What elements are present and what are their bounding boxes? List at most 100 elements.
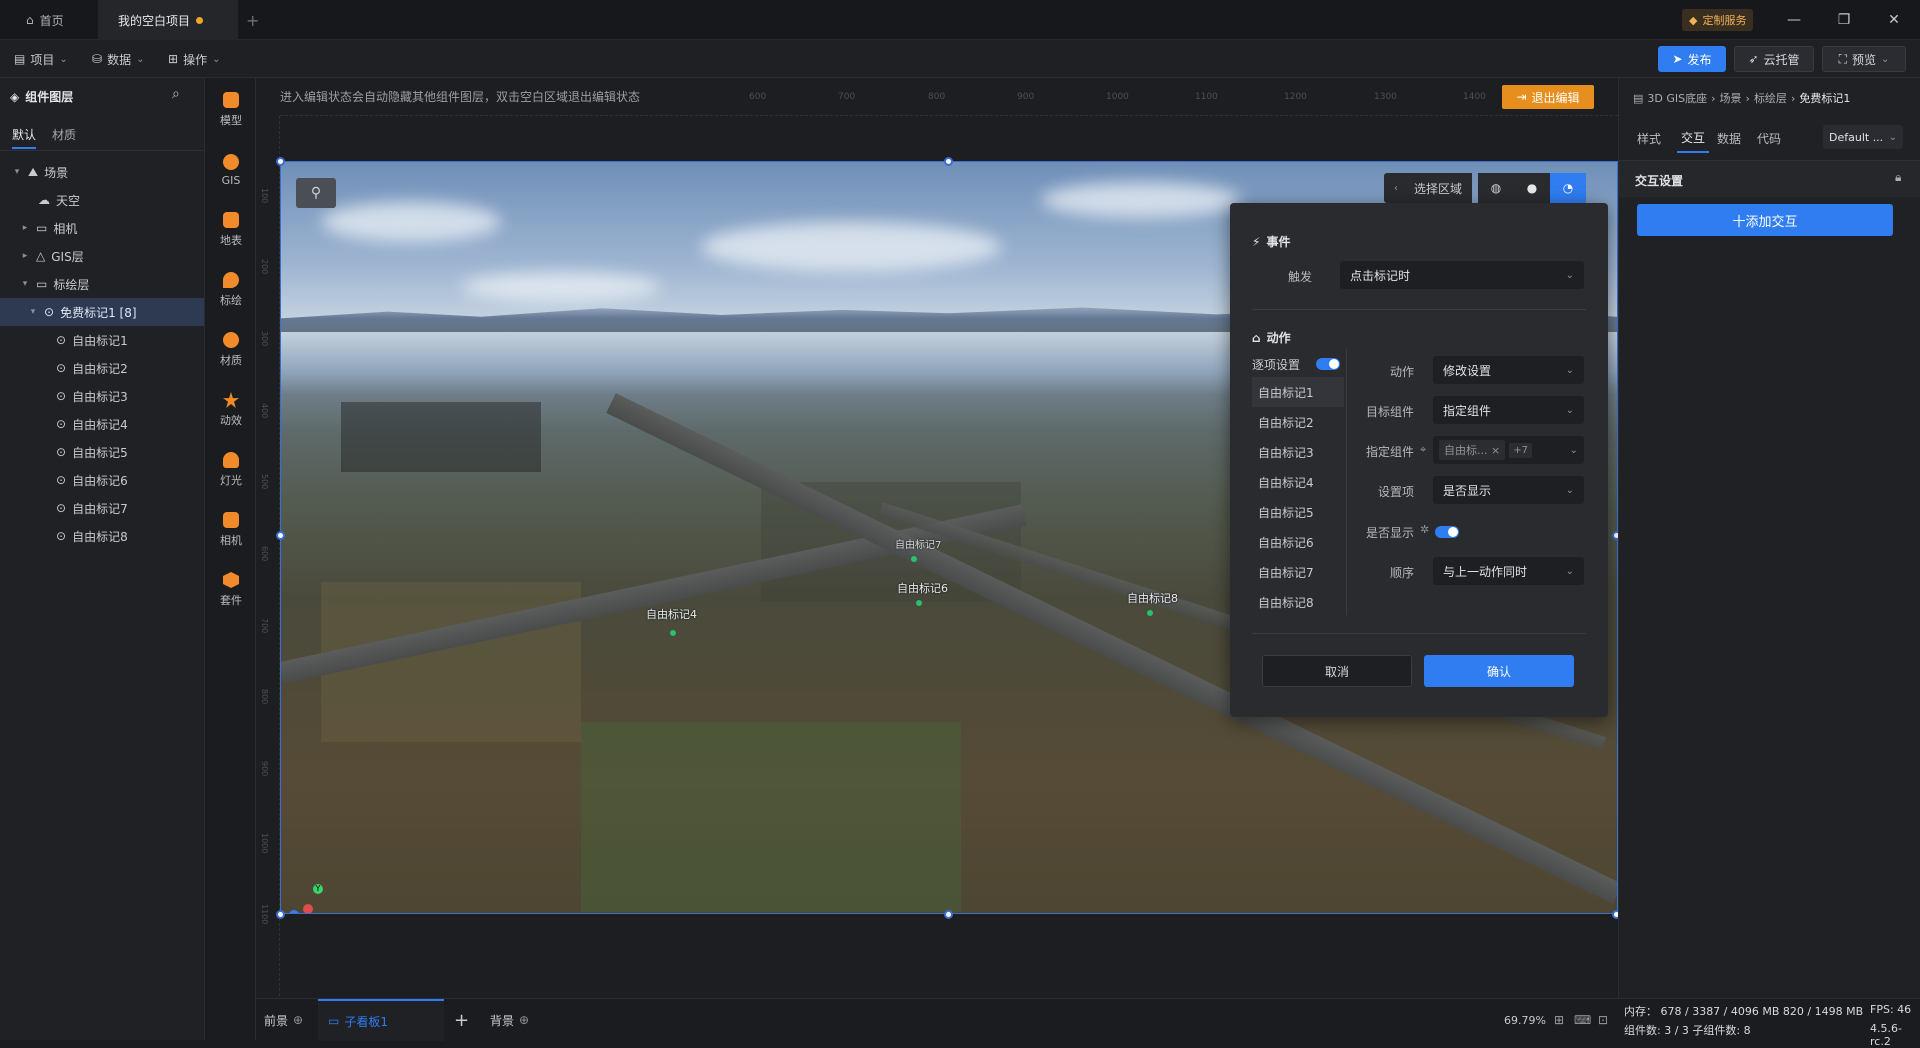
- resize-handle[interactable]: [276, 531, 285, 540]
- dialog-item[interactable]: 自由标记5: [1252, 497, 1344, 527]
- close-icon[interactable]: ✕: [1884, 10, 1904, 30]
- order-select[interactable]: 与上一动作同时 ⌄: [1433, 557, 1584, 585]
- foreground-tab[interactable]: 前景 ⊕: [264, 999, 303, 1041]
- marker-pin-icon[interactable]: [670, 630, 676, 636]
- cloud-host-button[interactable]: ➶ 云托管: [1734, 46, 1814, 72]
- tool-camera[interactable]: 相机: [206, 502, 256, 558]
- preview-button[interactable]: ⛶ 预览 ⌄: [1822, 46, 1906, 72]
- scene-marker-label[interactable]: 自由标记7: [895, 536, 941, 551]
- scene-marker-label[interactable]: 自由标记4: [646, 606, 697, 622]
- breadcrumb-item[interactable]: 标绘层: [1754, 90, 1787, 106]
- background-tab[interactable]: 背景 ⊕: [490, 999, 529, 1041]
- tree-item-marker-3[interactable]: ⊙ 自由标记3: [0, 382, 204, 410]
- add-circle-icon[interactable]: ⊕: [293, 1013, 303, 1027]
- assigned-select[interactable]: 自由标... × +7 ⌄: [1433, 436, 1584, 464]
- keyboard-icon[interactable]: ⌨: [1574, 999, 1591, 1041]
- tab-data[interactable]: 数据: [1717, 123, 1741, 153]
- tree-item-marker-1[interactable]: ⊙ 自由标记1: [0, 326, 204, 354]
- marker-pin-icon[interactable]: [916, 600, 922, 606]
- tree-item-camera[interactable]: ▸ ▭ 相机: [0, 214, 204, 242]
- dialog-item[interactable]: 自由标记8: [1252, 587, 1344, 617]
- breadcrumb-item[interactable]: 3D GIS底座: [1647, 90, 1707, 106]
- custom-service-button[interactable]: ◆ 定制服务: [1682, 9, 1754, 31]
- tool-gis[interactable]: GIS: [206, 142, 256, 198]
- tab-material[interactable]: 材质: [52, 126, 76, 143]
- tree-item-plot-layer[interactable]: ▾ ▭ 标绘层: [0, 270, 204, 298]
- dialog-item[interactable]: 自由标记4: [1252, 467, 1344, 497]
- tab-home[interactable]: ⌂ 首页: [10, 0, 90, 40]
- tab-interaction[interactable]: 交互: [1677, 123, 1710, 153]
- tool-plot[interactable]: 标绘: [206, 262, 256, 318]
- tree-item-marker-4[interactable]: ⊙ 自由标记4: [0, 410, 204, 438]
- terminal-icon[interactable]: ⊡: [1598, 999, 1608, 1041]
- setting-select[interactable]: 是否显示 ⌄: [1433, 476, 1584, 504]
- exit-edit-button[interactable]: ⇥ 退出编辑: [1502, 85, 1594, 109]
- publish-button[interactable]: ➤ 发布: [1658, 46, 1726, 72]
- minimize-icon[interactable]: —: [1784, 10, 1804, 30]
- cancel-button[interactable]: 取消: [1262, 655, 1412, 687]
- add-interaction-button[interactable]: 十添加交互: [1637, 204, 1893, 236]
- marker-pin-icon[interactable]: [911, 556, 917, 562]
- tree-item-marker-7[interactable]: ⊙ 自由标记7: [0, 494, 204, 522]
- marker-pin-icon[interactable]: [1147, 610, 1153, 616]
- resize-handle[interactable]: [276, 910, 285, 919]
- tree-item-gis-layer[interactable]: ▸ △ GIS层: [0, 242, 204, 270]
- tool-model[interactable]: 模型: [206, 82, 256, 138]
- tool-kit[interactable]: 套件: [206, 562, 256, 618]
- theme-select[interactable]: Default ... ⌄: [1823, 125, 1903, 149]
- resize-handle[interactable]: [944, 157, 953, 166]
- dialog-item[interactable]: 自由标记3: [1252, 437, 1344, 467]
- dialog-item[interactable]: 自由标记1: [1252, 377, 1344, 407]
- scene-marker-label[interactable]: 自由标记8: [1127, 590, 1178, 606]
- add-circle-icon[interactable]: ⊕: [519, 1013, 529, 1027]
- tab-default[interactable]: 默认: [12, 126, 37, 149]
- sphere-icon[interactable]: ●: [1514, 173, 1550, 203]
- breadcrumb-item[interactable]: 免费标记1: [1799, 90, 1850, 106]
- dialog-item[interactable]: 自由标记6: [1252, 527, 1344, 557]
- tab-project[interactable]: 我的空白项目: [98, 0, 238, 40]
- assigned-tag[interactable]: 自由标... ×: [1439, 440, 1506, 460]
- tree-item-marker-group[interactable]: ▾ ⊙ 免费标记1 [8]: [0, 298, 204, 326]
- fit-screen-icon[interactable]: ⊞: [1554, 999, 1564, 1041]
- visible-toggle[interactable]: [1435, 526, 1459, 538]
- resize-handle[interactable]: [944, 910, 953, 919]
- restore-icon[interactable]: ❐: [1834, 10, 1854, 30]
- menu-data[interactable]: ⛁ 数据 ⌄: [92, 40, 144, 78]
- scene-marker-label[interactable]: 自由标记6: [897, 580, 948, 596]
- tool-light[interactable]: 灯光: [206, 442, 256, 498]
- tree-item-marker-6[interactable]: ⊙ 自由标记6: [0, 466, 204, 494]
- ruler-tick-label: 700: [260, 618, 269, 634]
- globe-icon[interactable]: ◍: [1478, 173, 1514, 203]
- resize-handle[interactable]: [276, 157, 285, 166]
- trigger-select[interactable]: 点击标记时 ⌄: [1340, 261, 1584, 289]
- tree-item-sky[interactable]: ☁ 天空: [0, 186, 204, 214]
- per-item-toggle[interactable]: [1316, 358, 1340, 370]
- child-board-tab[interactable]: ▭ 子看板1: [318, 999, 444, 1041]
- tree-item-marker-5[interactable]: ⊙ 自由标记5: [0, 438, 204, 466]
- tree-item-marker-2[interactable]: ⊙ 自由标记2: [0, 354, 204, 382]
- rotate-icon[interactable]: ◔: [1550, 173, 1587, 203]
- dialog-item[interactable]: 自由标记2: [1252, 407, 1344, 437]
- new-tab-button[interactable]: +: [246, 0, 266, 40]
- location-pin-button[interactable]: ⚲: [296, 178, 336, 208]
- dialog-item[interactable]: 自由标记7: [1252, 557, 1344, 587]
- tool-effect[interactable]: 动效: [206, 382, 256, 438]
- confirm-button[interactable]: 确认: [1424, 655, 1574, 687]
- target-select[interactable]: 指定组件 ⌄: [1433, 396, 1584, 424]
- select-region-button[interactable]: ‹ 选择区域: [1384, 173, 1473, 203]
- menu-project[interactable]: ▤ 项目 ⌄: [14, 40, 68, 78]
- breadcrumb-item[interactable]: 场景: [1720, 90, 1742, 106]
- tree-item-scene[interactable]: ▾ ⛰ 场景: [0, 158, 204, 186]
- tool-terrain[interactable]: 地表: [206, 202, 256, 258]
- tab-style[interactable]: 样式: [1637, 123, 1661, 153]
- target-pick-icon[interactable]: ⌖: [1420, 443, 1426, 457]
- tab-code[interactable]: 代码: [1757, 123, 1781, 153]
- action-select[interactable]: 修改设置 ⌄: [1433, 356, 1584, 384]
- lock-icon[interactable]: 🔒︎: [1895, 170, 1901, 185]
- zoom-level[interactable]: 69.79%: [1504, 999, 1546, 1041]
- search-icon[interactable]: ⌕: [172, 86, 180, 102]
- add-board-button[interactable]: +: [454, 999, 469, 1041]
- menu-operate[interactable]: ⊞ 操作 ⌄: [168, 40, 220, 78]
- tool-material[interactable]: 材质: [206, 322, 256, 378]
- tree-item-marker-8[interactable]: ⊙ 自由标记8: [0, 522, 204, 550]
